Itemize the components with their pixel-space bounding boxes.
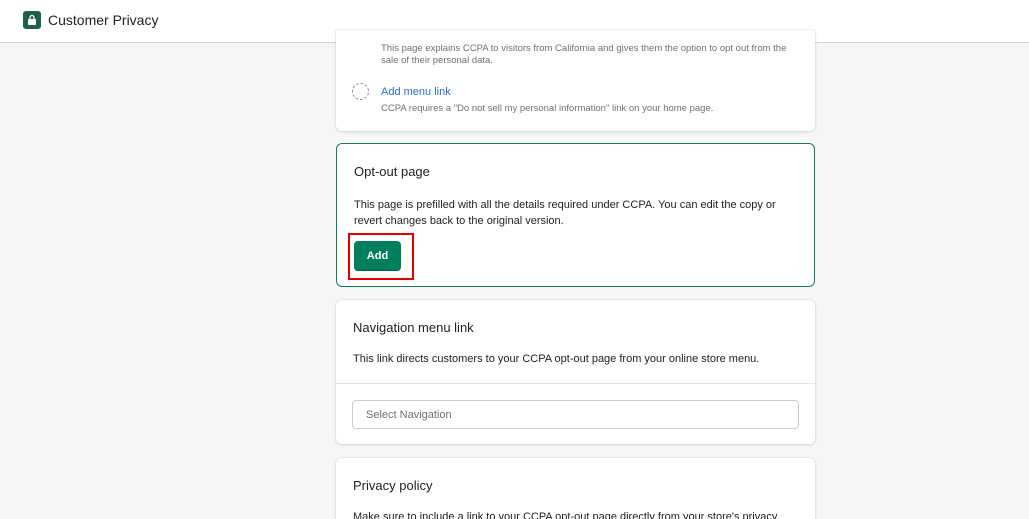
- optout-card-title: Opt-out page: [354, 164, 430, 179]
- menu-link-description: CCPA requires a "Do not sell my personal…: [381, 103, 714, 114]
- optout-card-description: This page is prefilled with all the deta…: [354, 199, 776, 227]
- privacy-card-description: Make sure to include a link to your CCPA…: [353, 511, 778, 519]
- navigation-select[interactable]: Select Navigation: [352, 400, 799, 429]
- privacy-policy-card: Privacy policy Make sure to include a li…: [336, 458, 815, 519]
- app-title: Customer Privacy: [48, 12, 159, 28]
- optout-page-card: Opt-out page This page is prefilled with…: [336, 143, 815, 287]
- lock-bag-icon: [23, 11, 41, 29]
- add-menu-link[interactable]: Add menu link: [381, 86, 451, 98]
- nav-card-title: Navigation menu link: [353, 320, 474, 335]
- divider: [336, 383, 815, 384]
- add-optout-page-button[interactable]: Add: [354, 241, 401, 271]
- ccpa-page-description: This page explains CCPA to visitors from…: [381, 43, 787, 66]
- pending-status-icon: [352, 83, 369, 100]
- nav-card-description: This link directs customers to your CCPA…: [353, 353, 760, 365]
- ccpa-info-card: This page explains CCPA to visitors from…: [336, 30, 815, 131]
- navigation-menu-card: Navigation menu link This link directs c…: [336, 300, 815, 444]
- privacy-card-title: Privacy policy: [353, 478, 433, 493]
